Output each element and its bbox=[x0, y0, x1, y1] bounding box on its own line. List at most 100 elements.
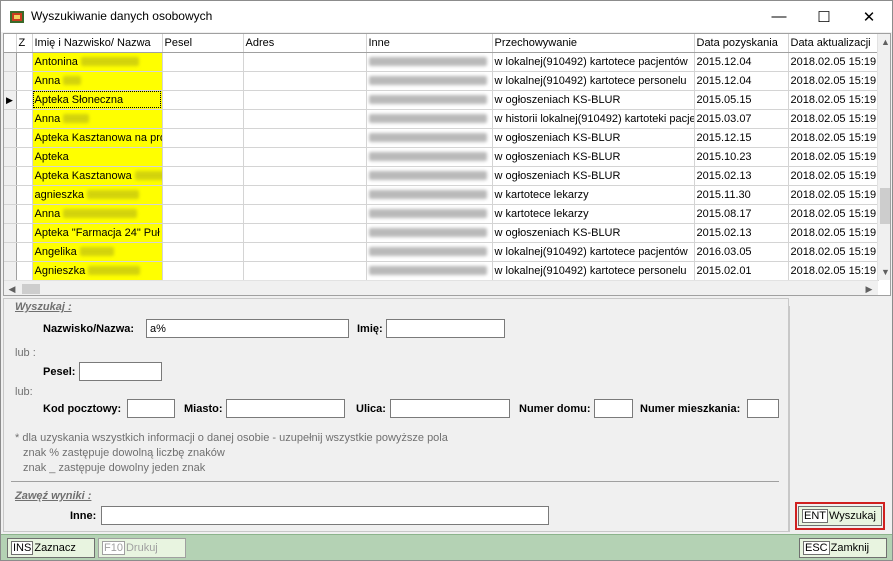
numer-mieszkania-input[interactable] bbox=[747, 399, 779, 418]
cell-data-pozyskania[interactable]: 2015.12.15 bbox=[694, 128, 789, 148]
cell-przechowywanie[interactable]: w ogłoszeniach KS-BLUR bbox=[492, 90, 695, 110]
row-indicator[interactable]: ▶ bbox=[4, 90, 17, 110]
cell-adres[interactable] bbox=[243, 261, 367, 281]
cell-adres[interactable] bbox=[243, 128, 367, 148]
scroll-left-icon[interactable]: ◀ bbox=[4, 281, 20, 295]
cell-z[interactable] bbox=[16, 204, 33, 224]
cell-z[interactable] bbox=[16, 242, 33, 262]
cell-pesel[interactable] bbox=[162, 71, 244, 91]
scroll-right-icon[interactable]: ▶ bbox=[861, 281, 877, 295]
column-header-data-pozyskania[interactable]: Data pozyskania bbox=[694, 34, 789, 53]
cell-data-aktualizacji[interactable]: 2018.02.05 15:19 bbox=[788, 223, 879, 243]
table-row[interactable]: Apteka "Farmacja 24" Puł w ogłoszeniach K… bbox=[4, 223, 879, 243]
cell-inne[interactable] bbox=[366, 52, 493, 72]
cell-z[interactable] bbox=[16, 109, 33, 129]
pesel-input[interactable] bbox=[79, 362, 162, 381]
vertical-scroll-thumb[interactable] bbox=[880, 188, 890, 224]
print-button[interactable]: F10 Drukuj bbox=[98, 538, 186, 558]
cell-name[interactable]: Apteka bbox=[32, 147, 163, 167]
cell-pesel[interactable] bbox=[162, 147, 244, 167]
row-indicator[interactable] bbox=[4, 147, 17, 167]
cell-z[interactable] bbox=[16, 147, 33, 167]
table-row[interactable]: Antonina w lokalnej(910492) kartotece pa… bbox=[4, 52, 879, 72]
cell-inne[interactable] bbox=[366, 223, 493, 243]
cell-adres[interactable] bbox=[243, 147, 367, 167]
row-indicator[interactable] bbox=[4, 242, 17, 262]
cell-name[interactable]: Apteka Kasztanowa bbox=[32, 166, 163, 186]
cell-adres[interactable] bbox=[243, 185, 367, 205]
cell-pesel[interactable] bbox=[162, 204, 244, 224]
close-window-button[interactable]: ✕ bbox=[846, 1, 892, 32]
cell-z[interactable] bbox=[16, 261, 33, 281]
maximize-button[interactable]: ☐ bbox=[801, 1, 847, 32]
horizontal-scrollbar[interactable]: ◀ ▶ bbox=[4, 280, 878, 295]
cell-name[interactable]: Apteka Kasztanowa na pro bbox=[32, 128, 163, 148]
cell-z[interactable] bbox=[16, 185, 33, 205]
cell-inne[interactable] bbox=[366, 261, 493, 281]
cell-data-aktualizacji[interactable]: 2018.02.05 15:19 bbox=[788, 71, 879, 91]
cell-name[interactable]: Angelika bbox=[32, 242, 163, 262]
cell-adres[interactable] bbox=[243, 166, 367, 186]
cell-data-pozyskania[interactable]: 2016.03.05 bbox=[694, 242, 789, 262]
imie-input[interactable] bbox=[386, 319, 505, 338]
cell-przechowywanie[interactable]: w lokalnej(910492) kartotece pacjentów bbox=[492, 242, 695, 262]
column-header-name[interactable]: Imię i Nazwisko/ Nazwa bbox=[32, 34, 163, 53]
horizontal-scroll-thumb[interactable] bbox=[22, 284, 40, 294]
inne-input[interactable] bbox=[101, 506, 549, 525]
row-indicator[interactable] bbox=[4, 71, 17, 91]
cell-pesel[interactable] bbox=[162, 90, 244, 110]
cell-z[interactable] bbox=[16, 166, 33, 186]
cell-przechowywanie[interactable]: w lokalnej(910492) kartotece pacjentów bbox=[492, 52, 695, 72]
ulica-input[interactable] bbox=[390, 399, 510, 418]
scroll-up-icon[interactable]: ▲ bbox=[878, 34, 890, 50]
table-row[interactable]: Angelika w lokalnej(910492) kartotece pa… bbox=[4, 242, 879, 262]
cell-przechowywanie[interactable]: w ogłoszeniach KS-BLUR bbox=[492, 166, 695, 186]
table-row[interactable]: agnieszka w kartotece lekarzy 2015.11.30 2… bbox=[4, 185, 879, 205]
cell-name[interactable]: Anna bbox=[32, 204, 163, 224]
cell-name[interactable]: Anna bbox=[32, 109, 163, 129]
table-row[interactable]: Anna w kartotece lekarzy 2015.08.17 2018.0… bbox=[4, 204, 879, 224]
search-button[interactable]: ENT Wyszukaj bbox=[798, 506, 882, 526]
table-row[interactable]: Apteka Kasztanowa na pro w ogłoszeniach K… bbox=[4, 128, 879, 148]
cell-pesel[interactable] bbox=[162, 223, 244, 243]
table-row[interactable]: Apteka Kasztanowa w ogłoszeniach KS-BLUR… bbox=[4, 166, 879, 186]
minimize-button[interactable]: — bbox=[756, 1, 802, 32]
cell-przechowywanie[interactable]: w lokalnej(910492) kartotece personelu bbox=[492, 261, 695, 281]
cell-przechowywanie[interactable]: w ogłoszeniach KS-BLUR bbox=[492, 128, 695, 148]
cell-inne[interactable] bbox=[366, 166, 493, 186]
results-grid[interactable]: Z Imię i Nazwisko/ Nazwa Pesel Adres Inn… bbox=[3, 33, 891, 296]
cell-z[interactable] bbox=[16, 128, 33, 148]
cell-data-pozyskania[interactable]: 2015.12.04 bbox=[694, 71, 789, 91]
cell-adres[interactable] bbox=[243, 242, 367, 262]
row-indicator[interactable] bbox=[4, 185, 17, 205]
cell-pesel[interactable] bbox=[162, 242, 244, 262]
cell-data-aktualizacji[interactable]: 2018.02.05 15:19 bbox=[788, 261, 879, 281]
cell-data-aktualizacji[interactable]: 2018.02.05 15:19 bbox=[788, 242, 879, 262]
row-indicator[interactable] bbox=[4, 109, 17, 129]
cell-data-aktualizacji[interactable]: 2018.02.05 15:19 bbox=[788, 109, 879, 129]
miasto-input[interactable] bbox=[226, 399, 345, 418]
cell-adres[interactable] bbox=[243, 90, 367, 110]
cell-przechowywanie[interactable]: w lokalnej(910492) kartotece personelu bbox=[492, 71, 695, 91]
close-button[interactable]: ESC Zamknij bbox=[799, 538, 887, 558]
cell-data-aktualizacji[interactable]: 2018.02.05 15:19 bbox=[788, 90, 879, 110]
cell-data-pozyskania[interactable]: 2015.02.13 bbox=[694, 223, 789, 243]
row-indicator[interactable] bbox=[4, 261, 17, 281]
cell-data-pozyskania[interactable]: 2015.12.04 bbox=[694, 52, 789, 72]
cell-adres[interactable] bbox=[243, 223, 367, 243]
table-row[interactable]: Anna w lokalnej(910492) kartotece person… bbox=[4, 71, 879, 91]
cell-pesel[interactable] bbox=[162, 185, 244, 205]
row-indicator[interactable] bbox=[4, 204, 17, 224]
cell-pesel[interactable] bbox=[162, 109, 244, 129]
column-header-adres[interactable]: Adres bbox=[243, 34, 367, 53]
cell-name[interactable]: Antonina bbox=[32, 52, 163, 72]
table-row[interactable]: Agnieszka w lokalnej(910492) kartotece p… bbox=[4, 261, 879, 281]
cell-inne[interactable] bbox=[366, 185, 493, 205]
cell-przechowywanie[interactable]: w ogłoszeniach KS-BLUR bbox=[492, 147, 695, 167]
cell-inne[interactable] bbox=[366, 90, 493, 110]
cell-data-pozyskania[interactable]: 2015.11.30 bbox=[694, 185, 789, 205]
column-header-przechowywanie[interactable]: Przechowywanie bbox=[492, 34, 695, 53]
cell-pesel[interactable] bbox=[162, 52, 244, 72]
cell-pesel[interactable] bbox=[162, 128, 244, 148]
cell-z[interactable] bbox=[16, 223, 33, 243]
